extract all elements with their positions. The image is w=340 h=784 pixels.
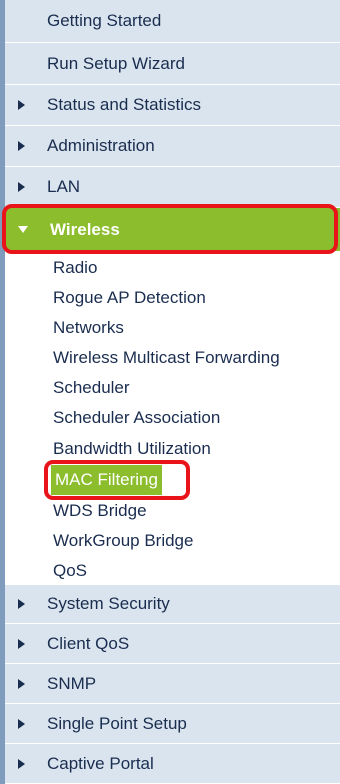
nav-item-label: Status and Statistics: [47, 95, 202, 114]
submenu-item-radio[interactable]: Radio: [53, 253, 97, 283]
nav-item-single-point-setup[interactable]: Single Point Setup: [5, 704, 340, 744]
nav-item-wireless[interactable]: Wireless: [5, 208, 340, 252]
triangle-right-icon: [18, 599, 25, 609]
submenu-item-networks[interactable]: Networks: [53, 313, 124, 343]
nav-item-captive-portal[interactable]: Captive Portal: [5, 744, 340, 784]
nav-item-snmp[interactable]: SNMP: [5, 664, 340, 704]
submenu-item-qos[interactable]: QoS: [53, 556, 87, 586]
triangle-right-icon: [18, 718, 25, 729]
nav-item-label: Administration: [47, 136, 155, 155]
submenu-item-wds-bridge[interactable]: WDS Bridge: [53, 496, 147, 526]
nav-item-label: Captive Portal: [47, 753, 154, 773]
triangle-right-icon: [18, 100, 25, 110]
nav-item-label: Run Setup Wizard: [47, 53, 185, 73]
nav-item-label: Getting Started: [47, 11, 162, 30]
nav-item-run-setup-wizard[interactable]: Run Setup Wizard: [5, 43, 340, 85]
submenu-item-wireless-multicast-forwarding[interactable]: Wireless Multicast Forwarding: [53, 343, 280, 373]
nav-item-getting-started[interactable]: Getting Started: [5, 0, 340, 43]
submenu-item-mac-filtering[interactable]: MAC Filtering: [51, 465, 162, 495]
nav-item-status-and-statistics[interactable]: Status and Statistics: [5, 85, 340, 126]
nav-item-label: LAN: [47, 177, 81, 196]
side-navigation: Getting Started Run Setup Wizard Status …: [0, 0, 340, 784]
nav-item-label: SNMP: [47, 673, 97, 693]
submenu-item-scheduler[interactable]: Scheduler: [53, 373, 130, 403]
triangle-right-icon: [18, 182, 25, 192]
nav-item-system-security[interactable]: System Security: [5, 585, 340, 624]
nav-item-label: Single Point Setup: [47, 713, 187, 733]
submenu-item-workgroup-bridge[interactable]: WorkGroup Bridge: [53, 526, 193, 556]
submenu-item-scheduler-association[interactable]: Scheduler Association: [53, 403, 220, 433]
nav-item-administration[interactable]: Administration: [5, 126, 340, 167]
triangle-right-icon: [18, 638, 25, 649]
triangle-right-icon: [18, 758, 25, 769]
nav-item-label: Wireless: [50, 219, 120, 239]
nav-item-label: System Security: [47, 594, 170, 613]
submenu-item-rogue-ap-detection[interactable]: Rogue AP Detection: [53, 283, 206, 313]
triangle-right-icon: [18, 678, 25, 689]
nav-item-label: Client QoS: [47, 633, 130, 653]
triangle-right-icon: [18, 141, 25, 151]
submenu-item-bandwidth-utilization[interactable]: Bandwidth Utilization: [53, 434, 211, 464]
triangle-down-icon: [18, 226, 28, 233]
nav-item-lan[interactable]: LAN: [5, 167, 340, 208]
nav-item-client-qos[interactable]: Client QoS: [5, 624, 340, 664]
